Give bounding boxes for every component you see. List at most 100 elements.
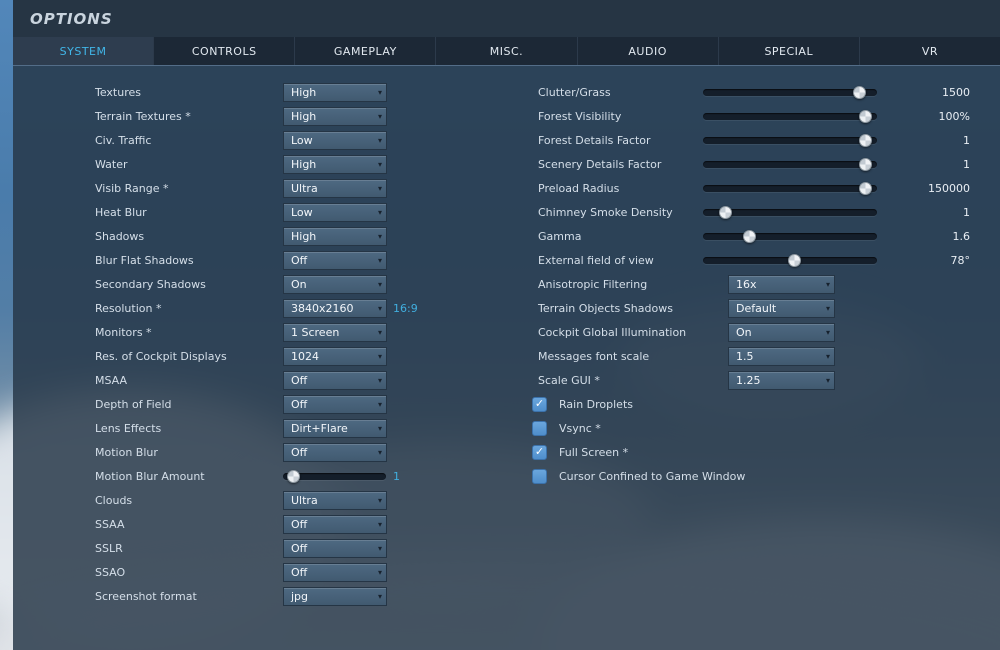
sslr-dropdown-value: Off: [291, 542, 308, 555]
label-screenshot-format: Screenshot format: [95, 590, 197, 603]
label-clutter-grass: Clutter/Grass: [538, 86, 611, 99]
chevron-down-icon: ▾: [377, 568, 382, 577]
scale-gui-dropdown[interactable]: 1.25 ▾: [728, 371, 835, 390]
label-vsync: Vsync *: [559, 422, 601, 435]
chimney-smoke-density-slider-handle[interactable]: [719, 206, 732, 219]
forest-details-factor-slider[interactable]: [703, 134, 877, 147]
label-clouds: Clouds: [95, 494, 133, 507]
row-messages-font-scale: Messages font scale 1.5 ▾: [13, 347, 1000, 367]
checkmark-icon: ✓: [534, 397, 545, 410]
external-field-of-view-value: 78°: [950, 254, 971, 267]
full-screen-checkbox[interactable]: ✓: [532, 445, 547, 460]
anisotropic-filtering-dropdown-value: 16x: [736, 278, 757, 291]
tab-special[interactable]: SPECIAL: [718, 37, 860, 65]
row-gamma: Gamma 1.6: [13, 227, 1000, 247]
forest-details-factor-slider-track[interactable]: [703, 137, 877, 144]
preload-radius-slider[interactable]: [703, 182, 877, 195]
row-sslr: SSLR Off ▾: [13, 539, 1000, 559]
label-scenery-details-factor: Scenery Details Factor: [538, 158, 662, 171]
screenshot-format-dropdown[interactable]: jpg ▾: [283, 587, 387, 606]
row-cockpit-global-illumination: Cockpit Global Illumination On ▾: [13, 323, 1000, 343]
messages-font-scale-dropdown-value: 1.5: [736, 350, 754, 363]
forest-details-factor-slider-handle[interactable]: [859, 134, 872, 147]
page-title: OPTIONS: [30, 9, 113, 28]
label-external-field-of-view: External field of view: [538, 254, 654, 267]
forest-visibility-value: 100%: [938, 110, 970, 123]
vsync-checkbox[interactable]: [532, 421, 547, 436]
label-terrain-objects-shadows: Terrain Objects Shadows: [538, 302, 673, 315]
row-screenshot-format: Screenshot format jpg ▾: [13, 587, 1000, 607]
anisotropic-filtering-dropdown[interactable]: 16x ▾: [728, 275, 835, 294]
forest-visibility-slider-handle[interactable]: [859, 110, 872, 123]
external-field-of-view-slider-handle[interactable]: [788, 254, 801, 267]
settings-panel: Textures High ▾ Terrain Textures * High ▾ Civ.…: [13, 65, 1000, 650]
messages-font-scale-dropdown[interactable]: 1.5 ▾: [728, 347, 835, 366]
cockpit-global-illumination-dropdown[interactable]: On ▾: [728, 323, 835, 342]
preload-radius-slider-handle[interactable]: [859, 182, 872, 195]
tab-audio[interactable]: AUDIO: [577, 37, 719, 65]
chevron-down-icon: ▾: [377, 496, 382, 505]
gamma-slider-track[interactable]: [703, 233, 877, 240]
clouds-dropdown[interactable]: Ultra ▾: [283, 491, 387, 510]
gamma-value: 1.6: [952, 230, 971, 243]
row-forest-visibility: Forest Visibility 100%: [13, 107, 1000, 127]
label-full-screen: Full Screen *: [559, 446, 629, 459]
clutter-grass-slider-handle[interactable]: [853, 86, 866, 99]
row-chimney-smoke-density: Chimney Smoke Density 1: [13, 203, 1000, 223]
row-clouds: Clouds Ultra ▾: [13, 491, 1000, 511]
clutter-grass-value: 1500: [942, 86, 970, 99]
label-gamma: Gamma: [538, 230, 582, 243]
scale-gui-dropdown-value: 1.25: [736, 374, 761, 387]
external-field-of-view-slider[interactable]: [703, 254, 877, 267]
label-anisotropic-filtering: Anisotropic Filtering: [538, 278, 648, 291]
tab-vr[interactable]: VR: [859, 37, 1000, 65]
scenery-details-factor-slider-handle[interactable]: [859, 158, 872, 171]
tab-system[interactable]: SYSTEM: [13, 37, 155, 65]
forest-visibility-slider-track[interactable]: [703, 113, 877, 120]
tab-controls[interactable]: CONTROLS: [154, 37, 296, 65]
chevron-down-icon: ▾: [825, 280, 830, 289]
row-anisotropic-filtering: Anisotropic Filtering 16x ▾: [13, 275, 1000, 295]
preload-radius-value: 150000: [928, 182, 970, 195]
row-external-field-of-view: External field of view 78°: [13, 251, 1000, 271]
row-ssao: SSAO Off ▾: [13, 563, 1000, 583]
row-cursor-confined-to-game-window: Cursor Confined to Game Window: [13, 467, 1000, 487]
row-preload-radius: Preload Radius 150000: [13, 179, 1000, 199]
label-rain-droplets: Rain Droplets: [559, 398, 633, 411]
chimney-smoke-density-slider[interactable]: [703, 206, 877, 219]
chevron-down-icon: ▾: [825, 304, 830, 313]
options-window: OPTIONS SYSTEM CONTROLS GAMEPLAY MISC. AUDIO…: [13, 0, 1000, 650]
label-forest-details-factor: Forest Details Factor: [538, 134, 651, 147]
tab-bar: SYSTEM CONTROLS GAMEPLAY MISC. AUDIO SPECIAL V…: [13, 37, 1000, 65]
tab-misc[interactable]: MISC.: [436, 37, 578, 65]
screenshot-format-dropdown-value: jpg: [291, 590, 309, 603]
label-ssao: SSAO: [95, 566, 126, 579]
label-sslr: SSLR: [95, 542, 123, 555]
terrain-objects-shadows-dropdown[interactable]: Default ▾: [728, 299, 835, 318]
ssaa-dropdown[interactable]: Off ▾: [283, 515, 387, 534]
row-rain-droplets: Rain Droplets ✓: [13, 395, 1000, 415]
gamma-slider[interactable]: [703, 230, 877, 243]
clutter-grass-slider-track[interactable]: [703, 89, 877, 96]
chimney-smoke-density-value: 1: [963, 206, 970, 219]
sslr-dropdown[interactable]: Off ▾: [283, 539, 387, 558]
row-vsync: Vsync *: [13, 419, 1000, 439]
ssao-dropdown[interactable]: Off ▾: [283, 563, 387, 582]
clutter-grass-slider[interactable]: [703, 86, 877, 99]
label-cursor-confined-to-game-window: Cursor Confined to Game Window: [559, 470, 746, 483]
tab-gameplay[interactable]: GAMEPLAY: [295, 37, 437, 65]
label-messages-font-scale: Messages font scale: [538, 350, 650, 363]
rain-droplets-checkbox[interactable]: ✓: [532, 397, 547, 412]
row-full-screen: Full Screen * ✓: [13, 443, 1000, 463]
cursor-confined-to-game-window-checkbox[interactable]: [532, 469, 547, 484]
gamma-slider-handle[interactable]: [743, 230, 756, 243]
label-forest-visibility: Forest Visibility: [538, 110, 622, 123]
forest-visibility-slider[interactable]: [703, 110, 877, 123]
scenery-details-factor-slider-track[interactable]: [703, 161, 877, 168]
preload-radius-slider-track[interactable]: [703, 185, 877, 192]
scenery-details-factor-slider[interactable]: [703, 158, 877, 171]
title-bar: OPTIONS: [13, 0, 1000, 37]
forest-details-factor-value: 1: [963, 134, 970, 147]
clouds-dropdown-value: Ultra: [291, 494, 318, 507]
label-preload-radius: Preload Radius: [538, 182, 620, 195]
